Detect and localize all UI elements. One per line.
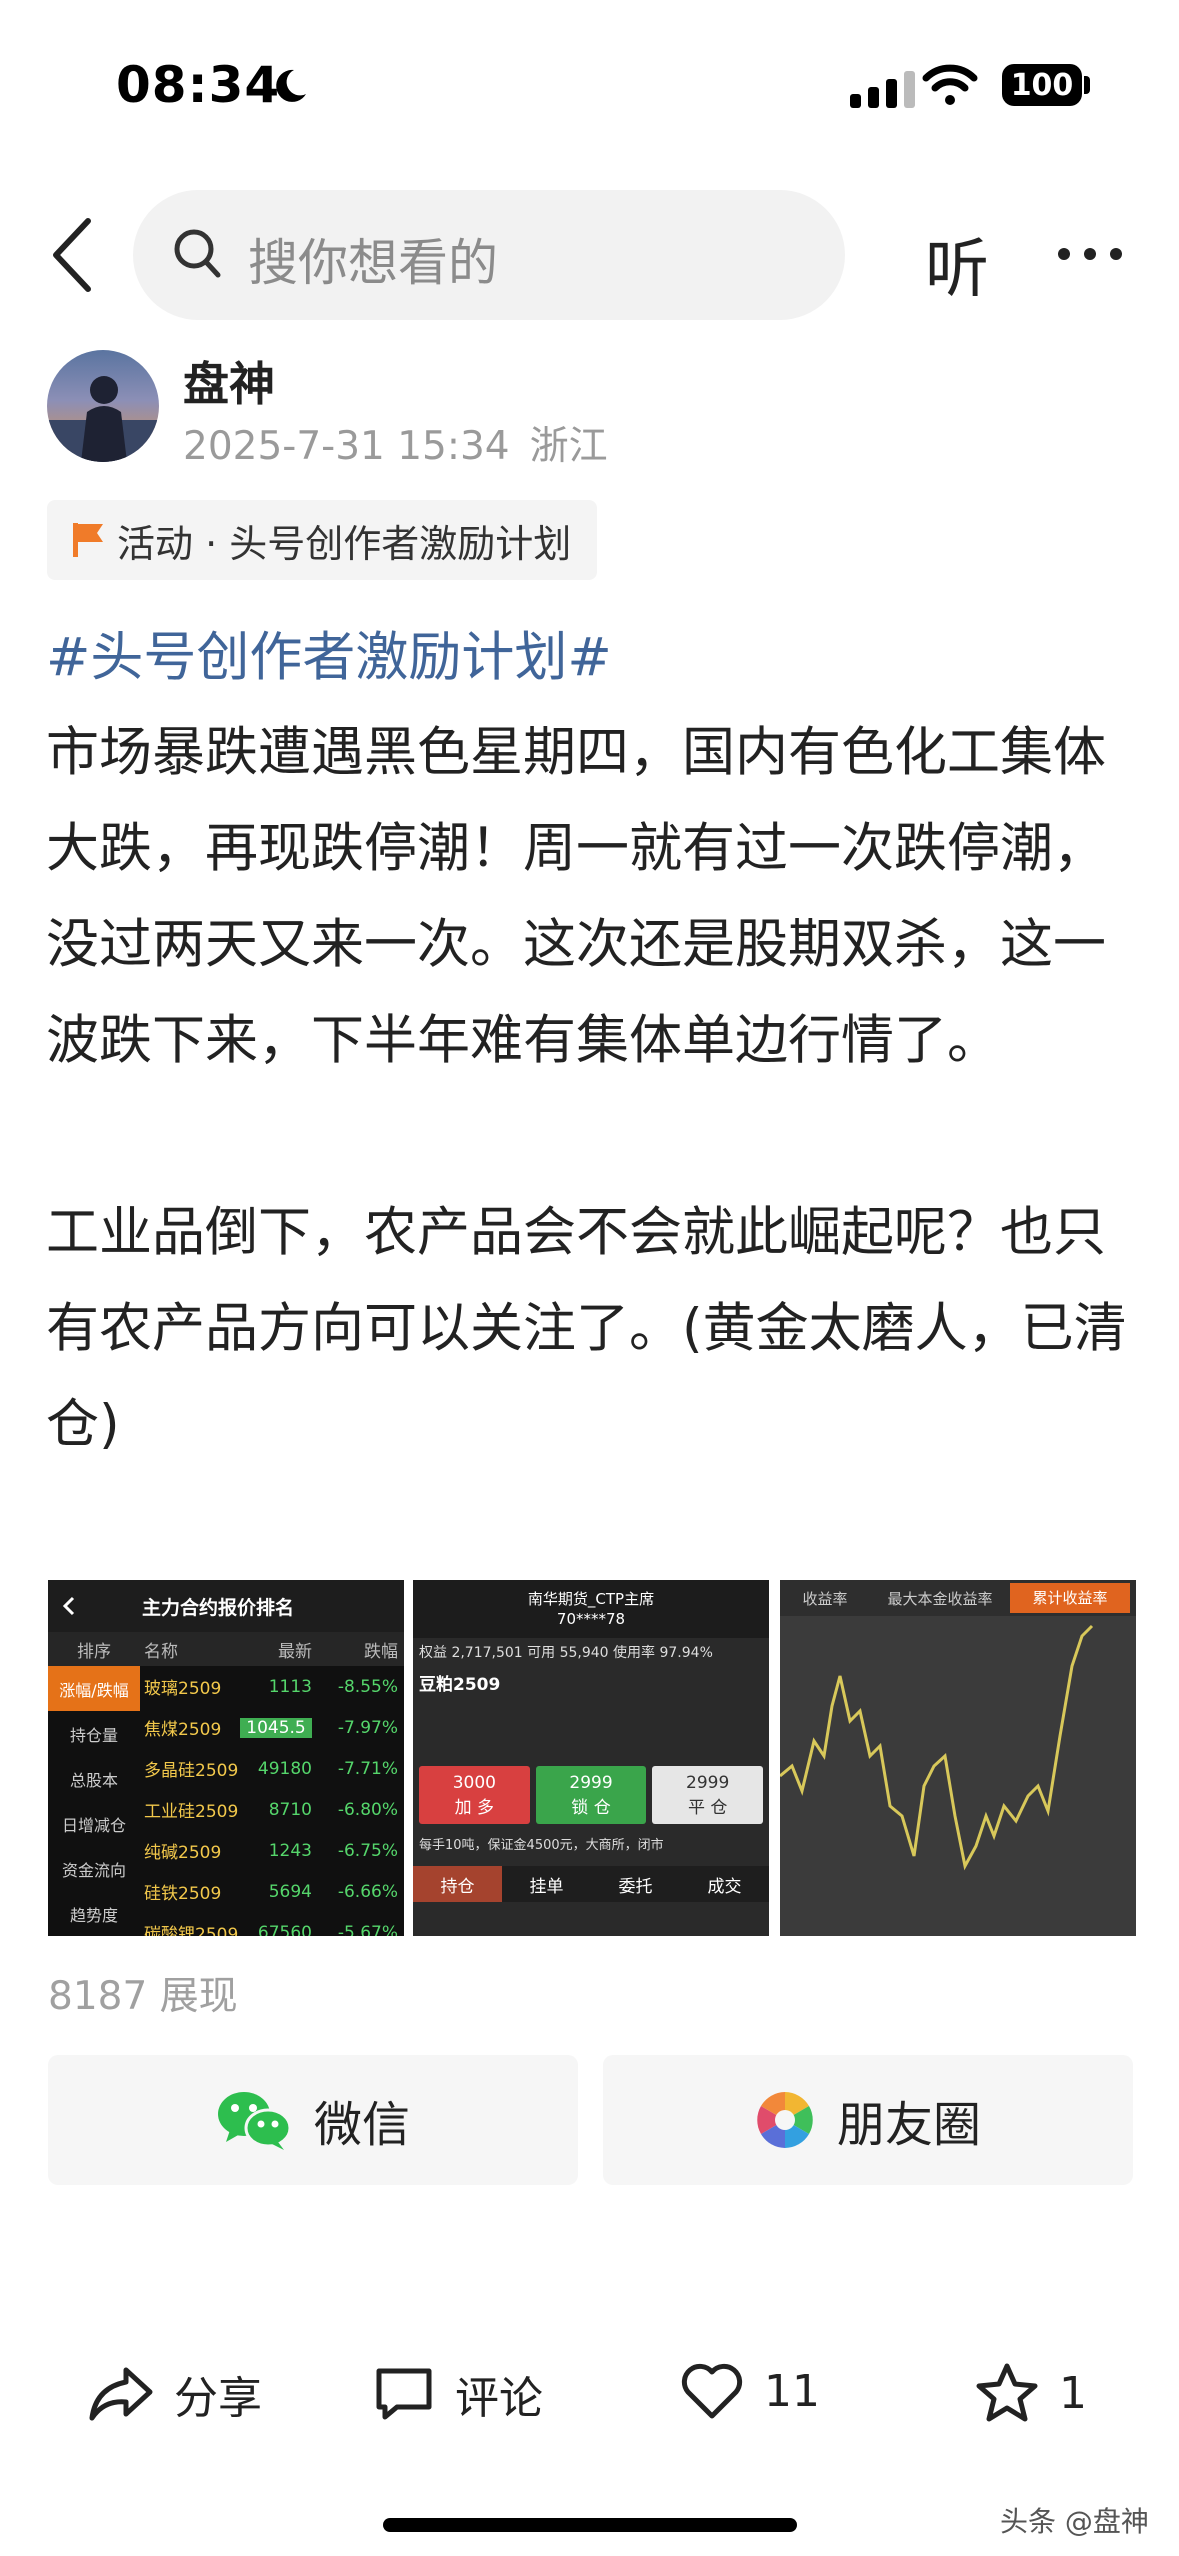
table-row: 玻璃2509 1113 -8.55% — [144, 1676, 398, 1700]
paragraph-spacer — [46, 1089, 1146, 1185]
post-paragraph: 工业品倒下，农产品会不会就此崛起呢？也只有农产品方向可以关注了。(黄金太磨人，已… — [46, 1202, 1127, 1455]
col-change: 跌幅 — [364, 1641, 398, 1662]
tab-max-return: 最大本金收益率 — [887, 1589, 993, 1608]
ranking-side-tabs: 涨幅/跌幅 持仓量 总股本 日增减仓 资金流向 趋势度 — [48, 1666, 140, 1936]
watermark: 头条 @盘神 — [1000, 2505, 1149, 2538]
share-action-label: 分享 — [174, 2373, 262, 2424]
back-arrow-icon — [62, 1596, 75, 1616]
post-body: 市场暴跌遭遇黑色星期四，国内有色化工集体大跌，再现跌停潮！周一就有过一次跌停潮，… — [46, 705, 1146, 1473]
share-moments-label: 朋友圈 — [836, 2097, 981, 2153]
return-chart-tabs: 收益率 最大本金收益率 累计收益率 — [780, 1580, 1136, 1616]
favorite-count: 1 — [1059, 2367, 1087, 2419]
lock-button: 2999 锁 仓 — [535, 1766, 647, 1824]
share-action[interactable]: 分享 — [88, 2362, 262, 2426]
tab-deals: 成交 — [707, 1876, 742, 1897]
side-tab: 日增减仓 — [61, 1815, 126, 1835]
listen-button[interactable]: 听 — [925, 218, 989, 310]
post-image-trading[interactable]: 南华期货_CTP主席 70****78 权益 2,717,501 可用 55,94… — [413, 1580, 769, 1936]
col-name: 名称 — [144, 1641, 178, 1662]
favorite-action[interactable]: 1 — [975, 2362, 1087, 2424]
cellular-signal-icon — [850, 68, 915, 108]
comment-icon — [376, 2368, 432, 2420]
broker-name: 南华期货_CTP主席 — [527, 1590, 655, 1608]
tab-orders: 挂单 — [529, 1876, 564, 1897]
post-meta: 2025-7-31 15:34 浙江 — [183, 415, 608, 471]
tab-return: 收益率 — [802, 1589, 848, 1608]
ranking-columns: 排序 名称 最新 跌幅 — [48, 1632, 404, 1666]
return-curve — [780, 1624, 1094, 1871]
like-count: 11 — [764, 2365, 820, 2417]
comment-action-label: 评论 — [455, 2373, 543, 2424]
ranking-header: 主力合约报价排名 — [48, 1580, 404, 1632]
moments-icon — [757, 2092, 813, 2148]
hashtag-link[interactable]: #头号创作者激励计划# — [46, 615, 612, 691]
tab-entrust: 委托 — [618, 1876, 653, 1897]
battery-icon: 100 — [1002, 64, 1082, 106]
trading-header: 南华期货_CTP主席 70****78 — [413, 1580, 769, 1638]
equity-line: 权益 2,717,501 可用 55,940 使用率 97.94% — [419, 1645, 713, 1661]
wifi-icon — [922, 64, 978, 105]
heart-icon — [681, 2363, 743, 2419]
col-price: 最新 — [278, 1641, 312, 1662]
margin-note: 每手10吨，保证金4500元，大商所，闭市 — [419, 1838, 664, 1853]
contract-name: 豆粕2509 — [419, 1675, 501, 1695]
activity-tag[interactable]: 活动 · 头号创作者激励计划 — [47, 500, 598, 580]
ranking-title: 主力合约报价排名 — [142, 1596, 295, 1619]
side-tab: 总股本 — [69, 1770, 118, 1790]
share-icon — [89, 2367, 153, 2421]
post-image-ranking[interactable]: 主力合约报价排名 排序 名称 最新 跌幅 涨幅/跌幅 持仓量 总股本 日增减仓 … — [48, 1580, 404, 1936]
avatar[interactable] — [47, 350, 159, 462]
share-wechat-label: 微信 — [313, 2097, 410, 2153]
trading-tabs: 持仓 挂单 委托 成交 — [413, 1866, 769, 1902]
table-row: 焦煤2509 1045.5 -7.97% — [144, 1717, 398, 1740]
wechat-icon — [217, 2092, 292, 2150]
tab-position: 持仓 — [413, 1866, 502, 1902]
table-row: 硅铁2509 5694 -6.66% — [144, 1881, 398, 1905]
side-tab: 涨幅/跌幅 — [48, 1666, 140, 1711]
share-moments-button[interactable]: 朋友圈 — [603, 2055, 1133, 2185]
post-date: 2025-7-31 15:34 — [183, 424, 510, 469]
tab-cumulative-return: 累计收益率 — [1010, 1583, 1130, 1613]
table-row: 工业硅2509 8710 -6.80% — [144, 1799, 398, 1823]
share-wechat-button[interactable]: 微信 — [48, 2055, 578, 2185]
impressions-count: 8187 展现 — [48, 1974, 238, 2019]
col-sort: 排序 — [77, 1641, 111, 1662]
account-id: 70****78 — [556, 1610, 626, 1628]
status-time: 08:34 — [116, 56, 281, 114]
post-paragraph: 市场暴跌遭遇黑色星期四，国内有色化工集体大跌，再现跌停潮！周一就有过一次跌停潮，… — [46, 722, 1106, 1071]
table-row: 多晶硅2509 49180 -7.71% — [144, 1758, 398, 1782]
comment-action[interactable]: 评论 — [373, 2362, 543, 2426]
moon-icon — [276, 69, 306, 102]
flag-icon — [73, 523, 103, 557]
table-row: 纯碱2509 1243 -6.75% — [144, 1840, 398, 1864]
side-tab: 趋势度 — [69, 1905, 118, 1925]
search-placeholder[interactable]: 搜你想看的 — [248, 223, 498, 295]
post-image-return-chart[interactable]: 收益率 最大本金收益率 累计收益率 — [780, 1580, 1136, 1936]
author-name[interactable]: 盘神 — [183, 348, 275, 414]
more-icon[interactable] — [1058, 248, 1122, 260]
buy-button: 3000 加 多 — [419, 1766, 530, 1824]
back-button[interactable] — [48, 215, 98, 295]
side-tab: 资金流向 — [61, 1860, 126, 1880]
battery-tip — [1084, 76, 1090, 94]
side-tab: 持仓量 — [69, 1725, 118, 1745]
close-position-button: 2999 平 仓 — [652, 1766, 764, 1824]
home-indicator[interactable] — [383, 2518, 797, 2532]
activity-tag-label: 活动 · 头号创作者激励计划 — [117, 521, 572, 566]
post-location: 浙江 — [529, 424, 608, 469]
star-icon — [976, 2363, 1038, 2422]
like-action[interactable]: 11 — [680, 2362, 820, 2420]
search-icon — [174, 229, 221, 278]
table-row: 碳酸锂2509 67560 -5.67% — [144, 1922, 398, 1937]
